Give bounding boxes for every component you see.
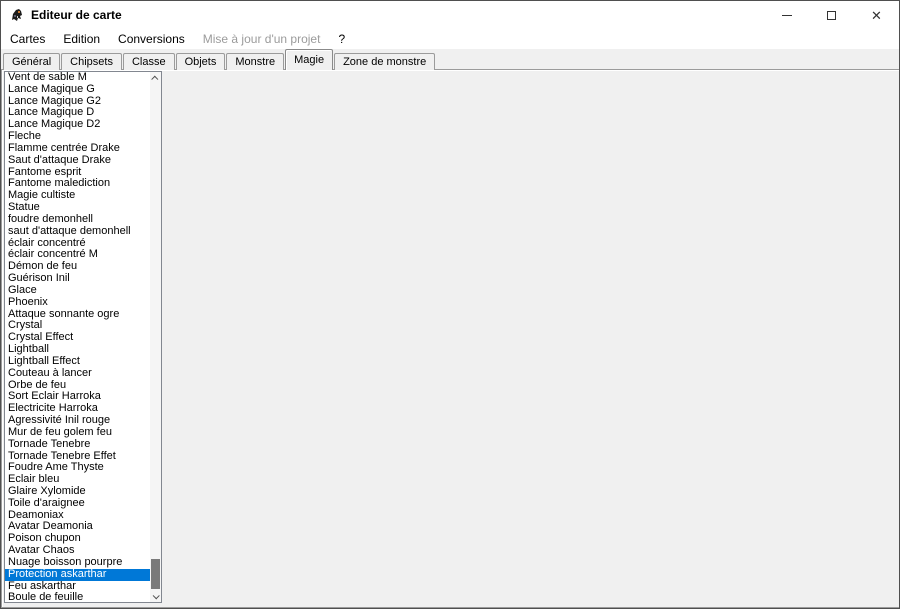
scroll-down-button[interactable] — [150, 590, 161, 602]
list-item[interactable]: Glaire Xylomide — [5, 486, 150, 498]
list-item[interactable]: Lance Magique D — [5, 107, 150, 119]
list-item[interactable]: foudre demonhell — [5, 214, 150, 226]
list-item[interactable]: Vent de sable M — [5, 72, 150, 84]
list-item[interactable]: Lance Magique D2 — [5, 119, 150, 131]
list-item[interactable]: Deamoniax — [5, 510, 150, 522]
list-item[interactable]: Avatar Chaos — [5, 545, 150, 557]
tab-monstre[interactable]: Monstre — [226, 53, 285, 70]
list-item[interactable]: Foudre Ame Thyste — [5, 462, 150, 474]
list-item[interactable]: Attaque sonnante ogre — [5, 309, 150, 321]
list-item[interactable]: Boule de feuille — [5, 592, 150, 602]
tab-strip: Général Chipsets Classe Objets Monstre Magie Z… — [3, 49, 436, 70]
list-item[interactable]: Eclair bleu — [5, 474, 150, 486]
list-item[interactable]: Fleche — [5, 131, 150, 143]
list-item[interactable]: Lance Magique G — [5, 84, 150, 96]
list-item[interactable]: Flamme centrée Drake — [5, 143, 150, 155]
close-icon: ✕ — [871, 7, 882, 23]
tab-chipsets[interactable]: Chipsets — [61, 53, 122, 70]
spell-listbox: Vent de sable M Lance Magique G Lance Magi… — [4, 71, 162, 603]
maximize-button[interactable] — [809, 1, 854, 29]
maximize-icon — [827, 10, 836, 20]
list-item[interactable]: Glace — [5, 285, 150, 297]
list-item[interactable]: Guérison Inil — [5, 273, 150, 285]
menu-bar: Cartes Edition Conversions Mise à jour d'un… — [1, 29, 899, 49]
list-item[interactable]: Magie cultiste — [5, 190, 150, 202]
list-item[interactable]: Nuage boisson pourpre — [5, 557, 150, 569]
list-item[interactable]: Sort Eclair Harroka — [5, 391, 150, 403]
scroll-thumb[interactable] — [151, 559, 160, 589]
tab-general[interactable]: Général — [3, 53, 61, 70]
list-item[interactable]: Crystal Effect — [5, 332, 150, 344]
menu-item-conversions[interactable]: Conversions — [109, 30, 194, 48]
list-item[interactable]: Protection askarthar — [5, 568, 150, 581]
menu-item-cartes[interactable]: Cartes — [1, 30, 54, 48]
list-item[interactable]: saut d'attaque demonhell — [5, 226, 150, 238]
list-item[interactable]: Orbe de feu — [5, 380, 150, 392]
list-item[interactable]: Agressivité Inil rouge — [5, 415, 150, 427]
list-item[interactable]: Lightball — [5, 344, 150, 356]
list-item[interactable]: Fantome esprit — [5, 167, 150, 179]
tab-magie[interactable]: Magie — [285, 49, 334, 70]
list-item[interactable]: Feu askarthar — [5, 581, 150, 593]
list-item[interactable]: Statue — [5, 202, 150, 214]
list-item[interactable]: Electricite Harroka — [5, 403, 150, 415]
menu-item-edition[interactable]: Edition — [54, 30, 109, 48]
window-title: Editeur de carte — [31, 8, 122, 22]
minimize-button[interactable] — [764, 1, 809, 29]
menu-item-mise-a-jour-d-un-projet: Mise à jour d'un projet — [202, 32, 321, 46]
list-item[interactable]: Couteau à lancer — [5, 368, 150, 380]
list-scrollbar[interactable] — [150, 72, 161, 602]
title-bar: Editeur de carte ✕ — [1, 1, 899, 29]
close-button[interactable]: ✕ — [854, 1, 899, 29]
menu-item-item-4[interactable]: ? — [329, 30, 354, 48]
list-item[interactable]: Crystal — [5, 320, 150, 332]
list-item[interactable]: Fantome malediction — [5, 178, 150, 190]
scroll-down-icon — [152, 591, 160, 599]
list-item[interactable]: Phoenix — [5, 297, 150, 309]
list-item[interactable]: éclair concentré — [5, 238, 150, 250]
list-item[interactable]: Tornade Tenebre — [5, 439, 150, 451]
list-item[interactable]: Poison chupon — [5, 533, 150, 545]
app-icon — [9, 7, 25, 23]
tab-objets[interactable]: Objets — [175, 53, 226, 70]
list-item[interactable]: Saut d'attaque Drake — [5, 155, 150, 167]
list-item[interactable]: Tornade Tenebre Effet — [5, 451, 150, 463]
list-item[interactable]: Mur de feu golem feu — [5, 427, 150, 439]
list-item[interactable]: Toile d'araignee — [5, 498, 150, 510]
tab-classe[interactable]: Classe — [122, 53, 175, 70]
minimize-icon — [781, 14, 792, 16]
scroll-up-button[interactable] — [150, 72, 161, 84]
list-item[interactable]: Lightball Effect — [5, 356, 150, 368]
list-item[interactable]: Lance Magique G2 — [5, 96, 150, 108]
app-window: Editeur de carte ✕ Cartes Edition Conversi… — [0, 0, 900, 609]
spell-list: Vent de sable M Lance Magique G Lance Magi… — [5, 72, 150, 602]
list-item[interactable]: éclair concentré M — [5, 249, 150, 261]
list-item[interactable]: Avatar Deamonia — [5, 521, 150, 533]
scroll-up-icon — [151, 75, 159, 83]
tab-zone-de-monstre[interactable]: Zone de monstre — [334, 53, 436, 70]
list-item[interactable]: Démon de feu — [5, 261, 150, 273]
